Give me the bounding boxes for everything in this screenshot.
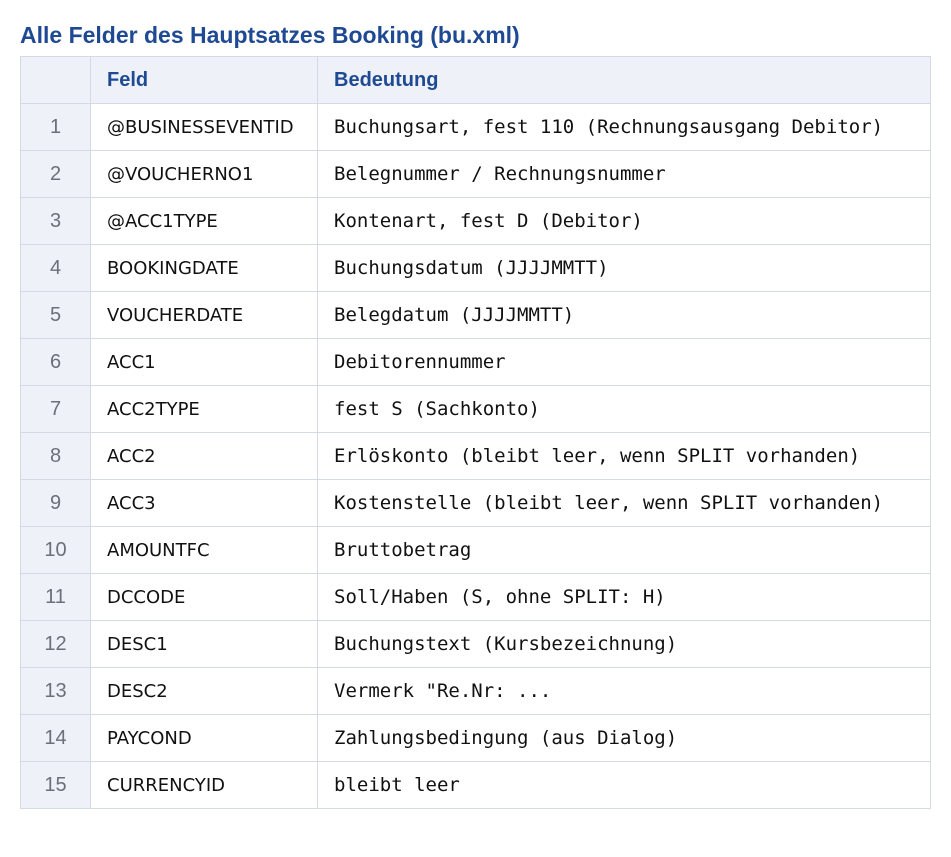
row-number: 13 xyxy=(20,667,91,715)
table-row: 3 @ACC1TYPE Kontenart, fest D (Debitor) xyxy=(20,197,931,245)
row-number: 12 xyxy=(20,620,91,668)
field-meaning: Zahlungsbedingung (aus Dialog) xyxy=(317,714,931,762)
table-header-row: Feld Bedeutung xyxy=(20,56,931,104)
table-row: 11 DCCODE Soll/Haben (S, ohne SPLIT: H) xyxy=(20,573,931,621)
table-row: 9 ACC3 Kostenstelle (bleibt leer, wenn S… xyxy=(20,479,931,527)
field-meaning: Bruttobetrag xyxy=(317,526,931,574)
table-row: 8 ACC2 Erlöskonto (bleibt leer, wenn SPL… xyxy=(20,432,931,480)
field-name: ACC2 xyxy=(90,432,318,480)
field-name: CURRENCYID xyxy=(90,761,318,809)
fields-table: Feld Bedeutung 1 @BUSINESSEVENTID Buchun… xyxy=(20,56,931,809)
page-title: Alle Felder des Hauptsatzes Booking (bu.… xyxy=(20,22,520,48)
row-number: 4 xyxy=(20,244,91,292)
field-meaning: Debitorennummer xyxy=(317,338,931,386)
row-number: 3 xyxy=(20,197,91,245)
field-meaning: bleibt leer xyxy=(317,761,931,809)
field-name: ACC2TYPE xyxy=(90,385,318,433)
field-name: @VOUCHERNO1 xyxy=(90,150,318,198)
table-row: 7 ACC2TYPE fest S (Sachkonto) xyxy=(20,385,931,433)
row-number: 8 xyxy=(20,432,91,480)
field-name: AMOUNTFC xyxy=(90,526,318,574)
field-name: @ACC1TYPE xyxy=(90,197,318,245)
table-row: 2 @VOUCHERNO1 Belegnummer / Rechnungsnum… xyxy=(20,150,931,198)
field-meaning: Buchungsdatum (JJJJMMTT) xyxy=(317,244,931,292)
field-meaning: Soll/Haben (S, ohne SPLIT: H) xyxy=(317,573,931,621)
field-meaning: Kostenstelle (bleibt leer, wenn SPLIT vo… xyxy=(317,479,931,527)
column-header-meaning: Bedeutung xyxy=(317,56,931,104)
table-row: 4 BOOKINGDATE Buchungsdatum (JJJJMMTT) xyxy=(20,244,931,292)
field-meaning: Vermerk "Re.Nr: ... xyxy=(317,667,931,715)
field-name: DESC1 xyxy=(90,620,318,668)
field-meaning: fest S (Sachkonto) xyxy=(317,385,931,433)
table-row: 14 PAYCOND Zahlungsbedingung (aus Dialog… xyxy=(20,714,931,762)
table-row: 12 DESC1 Buchungstext (Kursbezeichnung) xyxy=(20,620,931,668)
field-meaning: Buchungstext (Kursbezeichnung) xyxy=(317,620,931,668)
field-meaning: Kontenart, fest D (Debitor) xyxy=(317,197,931,245)
row-number: 6 xyxy=(20,338,91,386)
field-meaning: Erlöskonto (bleibt leer, wenn SPLIT vorh… xyxy=(317,432,931,480)
field-meaning: Belegdatum (JJJJMMTT) xyxy=(317,291,931,339)
column-header-field: Feld xyxy=(90,56,318,104)
table-row: 13 DESC2 Vermerk "Re.Nr: ... xyxy=(20,667,931,715)
row-number: 10 xyxy=(20,526,91,574)
row-number: 7 xyxy=(20,385,91,433)
table-row: 5 VOUCHERDATE Belegdatum (JJJJMMTT) xyxy=(20,291,931,339)
field-name: ACC3 xyxy=(90,479,318,527)
field-name: PAYCOND xyxy=(90,714,318,762)
row-number: 2 xyxy=(20,150,91,198)
row-number: 1 xyxy=(20,103,91,151)
field-name: VOUCHERDATE xyxy=(90,291,318,339)
row-number: 14 xyxy=(20,714,91,762)
field-meaning: Buchungsart, fest 110 (Rechnungsausgang … xyxy=(317,103,931,151)
table-row: 1 @BUSINESSEVENTID Buchungsart, fest 110… xyxy=(20,103,931,151)
row-number: 5 xyxy=(20,291,91,339)
field-name: BOOKINGDATE xyxy=(90,244,318,292)
column-header-number xyxy=(20,56,91,104)
row-number: 9 xyxy=(20,479,91,527)
row-number: 11 xyxy=(20,573,91,621)
field-name: DCCODE xyxy=(90,573,318,621)
field-meaning: Belegnummer / Rechnungsnummer xyxy=(317,150,931,198)
table-row: 10 AMOUNTFC Bruttobetrag xyxy=(20,526,931,574)
table-row: 15 CURRENCYID bleibt leer xyxy=(20,761,931,809)
field-name: ACC1 xyxy=(90,338,318,386)
field-name: DESC2 xyxy=(90,667,318,715)
row-number: 15 xyxy=(20,761,91,809)
field-name: @BUSINESSEVENTID xyxy=(90,103,318,151)
table-row: 6 ACC1 Debitorennummer xyxy=(20,338,931,386)
